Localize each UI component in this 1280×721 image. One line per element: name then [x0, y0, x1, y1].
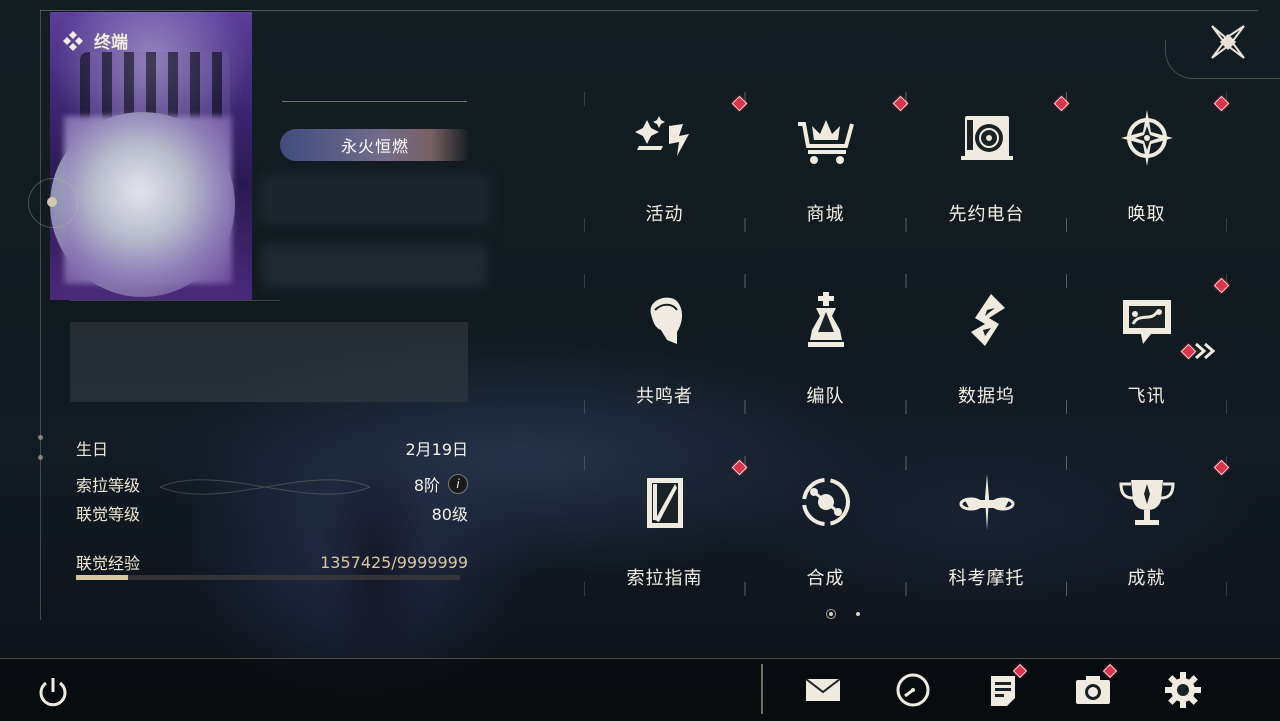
menu-tile-label: 数据坞 — [958, 386, 1015, 407]
page-title: 终端 — [62, 28, 128, 53]
title-badge[interactable]: 永火恒燃 — [280, 129, 470, 161]
name-underline — [282, 101, 467, 102]
stat-value: 80级 — [431, 505, 468, 524]
power-button[interactable] — [33, 672, 73, 712]
ring-decoration — [28, 178, 78, 228]
menu-tile-resonators[interactable]: 共鸣者 — [584, 274, 745, 414]
stat-value: 8阶 — [413, 476, 440, 495]
stat-label: 生日 — [76, 440, 109, 459]
stat-sol-rank: 索拉等级 8阶 i — [76, 472, 468, 496]
message-icon — [1122, 300, 1171, 344]
menu-grid: 活动 商城 先约电台 唤取 共鸣者 编队 数据坞 飞讯 索拉指南 合成 科考摩托… — [584, 92, 1230, 596]
close-icon — [1211, 25, 1245, 59]
menu-tile-team[interactable]: 编队 — [745, 274, 906, 414]
exp-progress-bar — [76, 575, 460, 580]
info-icon[interactable]: i — [448, 474, 468, 494]
menu-tile-achievements[interactable]: 成就 — [1066, 456, 1230, 596]
settings-button[interactable] — [1163, 670, 1203, 710]
stat-value: 2月19日 — [405, 440, 468, 459]
menu-tile-label: 编队 — [806, 386, 845, 407]
stat-value-wrap: 8阶 i — [414, 472, 468, 496]
motorbike-icon — [959, 474, 1014, 530]
summon-star-icon — [1120, 110, 1173, 166]
frame-top-line — [40, 10, 1258, 11]
page-indicator — [829, 612, 860, 616]
mail-button[interactable] — [803, 670, 843, 710]
menu-tile-summon[interactable]: 唤取 — [1066, 92, 1230, 232]
resonator-icon — [650, 297, 682, 344]
player-id-obscured — [262, 245, 487, 287]
guide-icon — [646, 478, 683, 528]
menu-tile-activity[interactable]: 活动 — [584, 92, 748, 232]
profile-card[interactable] — [50, 12, 252, 300]
team-chess-icon — [807, 292, 844, 347]
notification-badge — [1213, 459, 1230, 476]
synthesis-icon — [801, 478, 850, 526]
next-page-button[interactable] — [1180, 340, 1222, 362]
player-name-obscured — [260, 175, 490, 225]
history-button[interactable] — [893, 670, 933, 710]
menu-tile-label: 成就 — [1127, 568, 1166, 589]
menu-tile-shop[interactable]: 商城 — [745, 92, 909, 232]
menu-tile-label: 飞讯 — [1127, 386, 1166, 407]
menu-tile-label: 共鸣者 — [636, 386, 693, 407]
bottom-bar-separator — [761, 664, 763, 714]
power-icon — [39, 678, 67, 707]
clock-icon — [896, 673, 930, 707]
exp-progress-fill — [76, 575, 129, 580]
close-button[interactable] — [1206, 20, 1250, 64]
trophy-icon — [1118, 480, 1175, 525]
settings-gear-icon — [1165, 672, 1201, 708]
page-dot-1[interactable] — [829, 612, 833, 616]
menu-tile-motorbike[interactable]: 科考摩托 — [906, 456, 1067, 596]
menu-tile-label: 唤取 — [1127, 204, 1166, 225]
menu-tile-label: 索拉指南 — [626, 568, 703, 589]
menu-tile-label: 先约电台 — [948, 204, 1025, 225]
menu-tile-label: 商城 — [806, 204, 845, 225]
stat-value: 1357425/9999999 — [320, 552, 468, 572]
radio-icon — [960, 116, 1013, 160]
menu-tile-label: 合成 — [806, 568, 845, 589]
mail-icon — [805, 678, 841, 701]
character-group-art — [80, 52, 230, 122]
stat-label: 联觉等级 — [76, 505, 141, 524]
stat-label: 索拉等级 — [76, 476, 141, 495]
activity-icon — [634, 116, 689, 156]
menu-tile-synthesis[interactable]: 合成 — [745, 456, 906, 596]
menu-tile-data-dock[interactable]: 数据坞 — [906, 274, 1067, 414]
menu-tile-radio[interactable]: 先约电台 — [906, 92, 1070, 232]
stat-union-level: 联觉等级 80级 — [76, 501, 468, 525]
signature-box-obscured[interactable] — [70, 322, 468, 402]
page-title-text: 终端 — [94, 33, 128, 53]
stat-label: 联觉经验 — [76, 554, 141, 573]
stat-birthday: 生日 2月19日 — [76, 436, 468, 460]
camera-button[interactable] — [1073, 663, 1118, 710]
menu-tile-label: 科考摩托 — [948, 568, 1025, 589]
title-badge-text: 永火恒燃 — [340, 137, 409, 156]
page-dot-2[interactable] — [856, 612, 860, 616]
frame-left-line — [38, 10, 43, 620]
data-dock-icon — [970, 294, 1005, 346]
terminal-diamond-icon — [63, 30, 83, 51]
notification-badge — [1213, 95, 1230, 112]
menu-tile-label: 活动 — [645, 204, 684, 225]
stat-union-exp: 联觉经验 1357425/9999999 — [76, 550, 468, 574]
shop-cart-icon — [797, 120, 854, 164]
menu-tile-guide[interactable]: 索拉指南 — [584, 456, 748, 596]
avatar[interactable] — [64, 116, 232, 284]
divider — [70, 300, 280, 301]
notification-badge — [1213, 277, 1230, 294]
notice-button[interactable] — [983, 663, 1028, 710]
